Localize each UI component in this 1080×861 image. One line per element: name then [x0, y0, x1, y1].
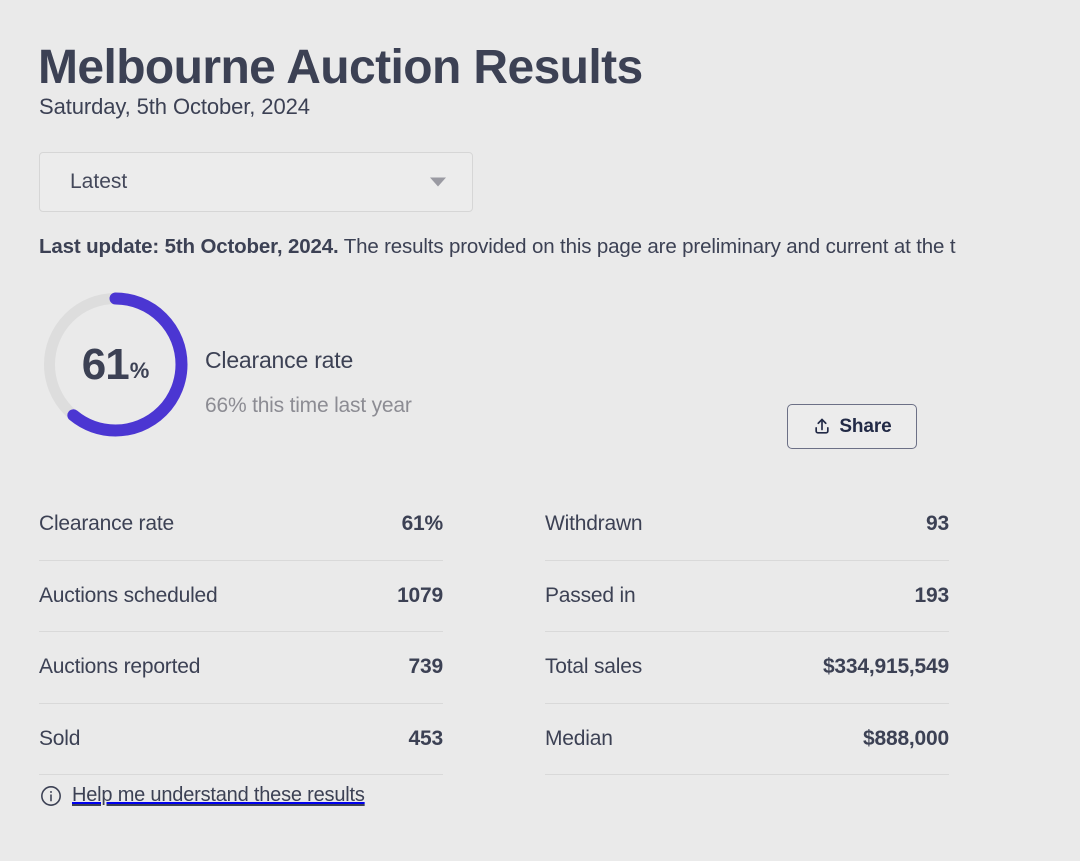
clearance-rate-donut-chart: 61 % [38, 287, 193, 442]
page-subtitle-date: Saturday, 5th October, 2024 [39, 94, 310, 119]
stat-value: 93 [926, 512, 949, 536]
help-understand-results-link[interactable]: Help me understand these results [40, 784, 365, 807]
stat-label: Withdrawn [545, 512, 643, 536]
stat-value: 193 [914, 583, 950, 607]
table-row: Clearance rate 61% [39, 489, 443, 561]
chevron-down-icon [430, 177, 446, 187]
info-circle-icon [41, 785, 61, 806]
stat-label: Total sales [545, 655, 643, 679]
statistics-column-left: Clearance rate 61% Auctions scheduled 10… [39, 489, 443, 775]
stat-label: Median [545, 726, 613, 750]
share-button[interactable]: Share [787, 404, 917, 449]
stat-value: 61% [401, 512, 444, 536]
table-row: Withdrawn 93 [545, 489, 949, 561]
stat-label: Passed in [545, 583, 636, 607]
stat-value: $334,915,549 [822, 655, 949, 679]
stat-value: 453 [408, 726, 444, 750]
stat-value: $888,000 [863, 726, 949, 750]
help-understand-results-label: Help me understand these results [72, 784, 365, 806]
stat-label: Auctions scheduled [39, 583, 218, 607]
table-row: Sold 453 [39, 704, 444, 775]
clearance-rate-text: Clearance rate 66% this time last year [205, 347, 412, 418]
last-update-description: The results provided on this page are pr… [338, 235, 956, 258]
period-select[interactable]: Latest [39, 152, 473, 212]
stat-value: 739 [408, 655, 444, 679]
table-row: Median $888,000 [545, 704, 949, 775]
auction-results-page: Melbourne Auction Results Saturday, 5th … [0, 0, 1080, 861]
last-update-date: Last update: 5th October, 2024. [39, 235, 339, 258]
period-select-value: Latest [70, 170, 128, 193]
last-update-notice: Last update: 5th October, 2024. The resu… [39, 235, 1080, 259]
statistics-column-right: Withdrawn 93 Passed in 193 Total sales $… [545, 489, 949, 775]
share-upload-icon [815, 418, 830, 434]
stat-label: Clearance rate [39, 512, 174, 536]
stat-label: Auctions reported [39, 655, 201, 679]
table-row: Total sales $334,915,549 [545, 632, 949, 704]
share-button-label: Share [839, 415, 892, 437]
stat-value: 1079 [397, 583, 443, 607]
statistics-section: Clearance rate 61% Auctions scheduled 10… [0, 489, 1080, 779]
clearance-rate-title: Clearance rate [205, 347, 354, 373]
clearance-rate-comparison: 66% this time last year [205, 394, 412, 417]
table-row: Passed in 193 [545, 561, 950, 632]
stat-label: Sold [39, 726, 81, 750]
page-title: Melbourne Auction Results [38, 41, 643, 95]
clearance-rate-summary: 61 % Clearance rate 66% this time last y… [38, 287, 498, 445]
table-row: Auctions scheduled 1079 [39, 561, 443, 632]
table-row: Auctions reported 739 [39, 632, 443, 704]
